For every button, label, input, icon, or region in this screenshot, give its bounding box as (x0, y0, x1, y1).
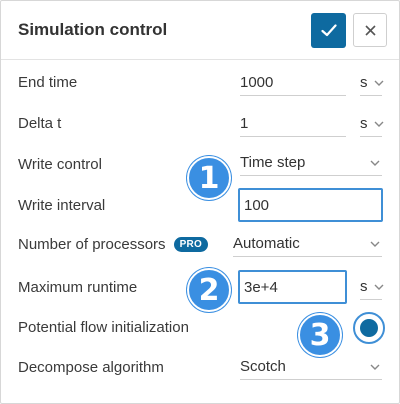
close-icon (364, 24, 376, 36)
max-runtime-unit: s (360, 278, 368, 295)
confirm-button[interactable] (311, 13, 346, 48)
decompose-label: Decompose algorithm (18, 359, 164, 376)
write-interval-value: 100 (244, 196, 270, 214)
end-time-unit: s (360, 74, 368, 91)
potential-flow-label: Potential flow initialization (18, 319, 189, 336)
toggle-knob (360, 319, 378, 337)
max-runtime-input[interactable]: 3e+4 (238, 270, 347, 304)
chevron-down-icon (374, 284, 384, 290)
close-button[interactable] (353, 13, 387, 47)
chevron-down-icon (370, 241, 380, 247)
chevron-down-icon (374, 80, 384, 86)
check-icon (320, 24, 337, 37)
panel-title: Simulation control (18, 20, 168, 39)
delta-t-label: Delta t (18, 115, 62, 132)
end-time-value: 1000 (240, 74, 274, 91)
end-time-input[interactable]: 1000 (240, 70, 346, 96)
write-interval-input[interactable]: 100 (238, 188, 383, 222)
write-interval-label: Write interval (18, 197, 106, 214)
write-control-label: Write control (18, 156, 102, 173)
max-runtime-value: 3e+4 (244, 278, 278, 296)
annotation-marker-2: 2 (187, 268, 231, 312)
delta-t-input[interactable]: 1 (240, 111, 346, 137)
num-processors-value: Automatic (233, 235, 300, 252)
panel-header: Simulation control (1, 1, 399, 60)
annotation-marker-3: 3 (298, 313, 342, 357)
max-runtime-unit-select[interactable]: s (360, 274, 384, 300)
decompose-select[interactable]: Scotch (240, 354, 382, 380)
num-processors-label: Number of processors PRO (18, 236, 209, 253)
delta-t-unit-select[interactable]: s (360, 111, 384, 137)
annotation-marker-1: 1 (187, 156, 231, 200)
delta-t-value: 1 (240, 115, 249, 132)
num-processors-label-text: Number of processors (18, 236, 166, 253)
write-control-select[interactable]: Time step (240, 150, 382, 176)
delta-t-unit: s (360, 115, 368, 132)
num-processors-select[interactable]: Automatic (233, 231, 382, 257)
write-control-value: Time step (240, 154, 306, 171)
chevron-down-icon (370, 160, 380, 166)
potential-flow-toggle[interactable] (353, 312, 385, 344)
end-time-label: End time (18, 74, 78, 91)
decompose-value: Scotch (240, 358, 286, 375)
chevron-down-icon (374, 121, 384, 127)
chevron-down-icon (370, 364, 380, 370)
pro-badge: PRO (173, 237, 209, 252)
max-runtime-label: Maximum runtime (18, 279, 138, 296)
end-time-unit-select[interactable]: s (360, 70, 384, 96)
